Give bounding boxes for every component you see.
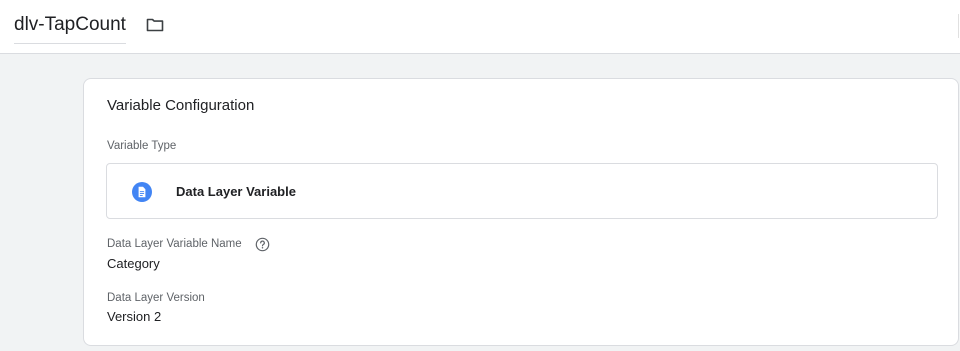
card-title: Variable Configuration — [107, 97, 255, 114]
variable-type-value: Data Layer Variable — [176, 184, 296, 199]
variable-name-field[interactable]: dlv-TapCount — [14, 13, 126, 44]
variable-title[interactable]: dlv-TapCount — [14, 13, 126, 37]
variable-configuration-card: Variable Configuration Variable Type Dat… — [83, 78, 959, 346]
header-divider — [958, 14, 959, 38]
folder-icon[interactable] — [145, 15, 165, 35]
document-icon — [130, 180, 154, 204]
header-bar: dlv-TapCount — [0, 0, 960, 54]
data-layer-version-value: Version 2 — [107, 309, 162, 324]
data-layer-variable-name-label: Data Layer Variable Name — [107, 238, 242, 250]
help-icon[interactable] — [255, 237, 270, 252]
data-layer-version-label: Data Layer Version — [107, 292, 205, 304]
data-layer-variable-name-value: Category — [107, 256, 160, 271]
variable-type-label: Variable Type — [107, 140, 177, 152]
variable-type-selector[interactable]: Data Layer Variable — [106, 163, 938, 219]
